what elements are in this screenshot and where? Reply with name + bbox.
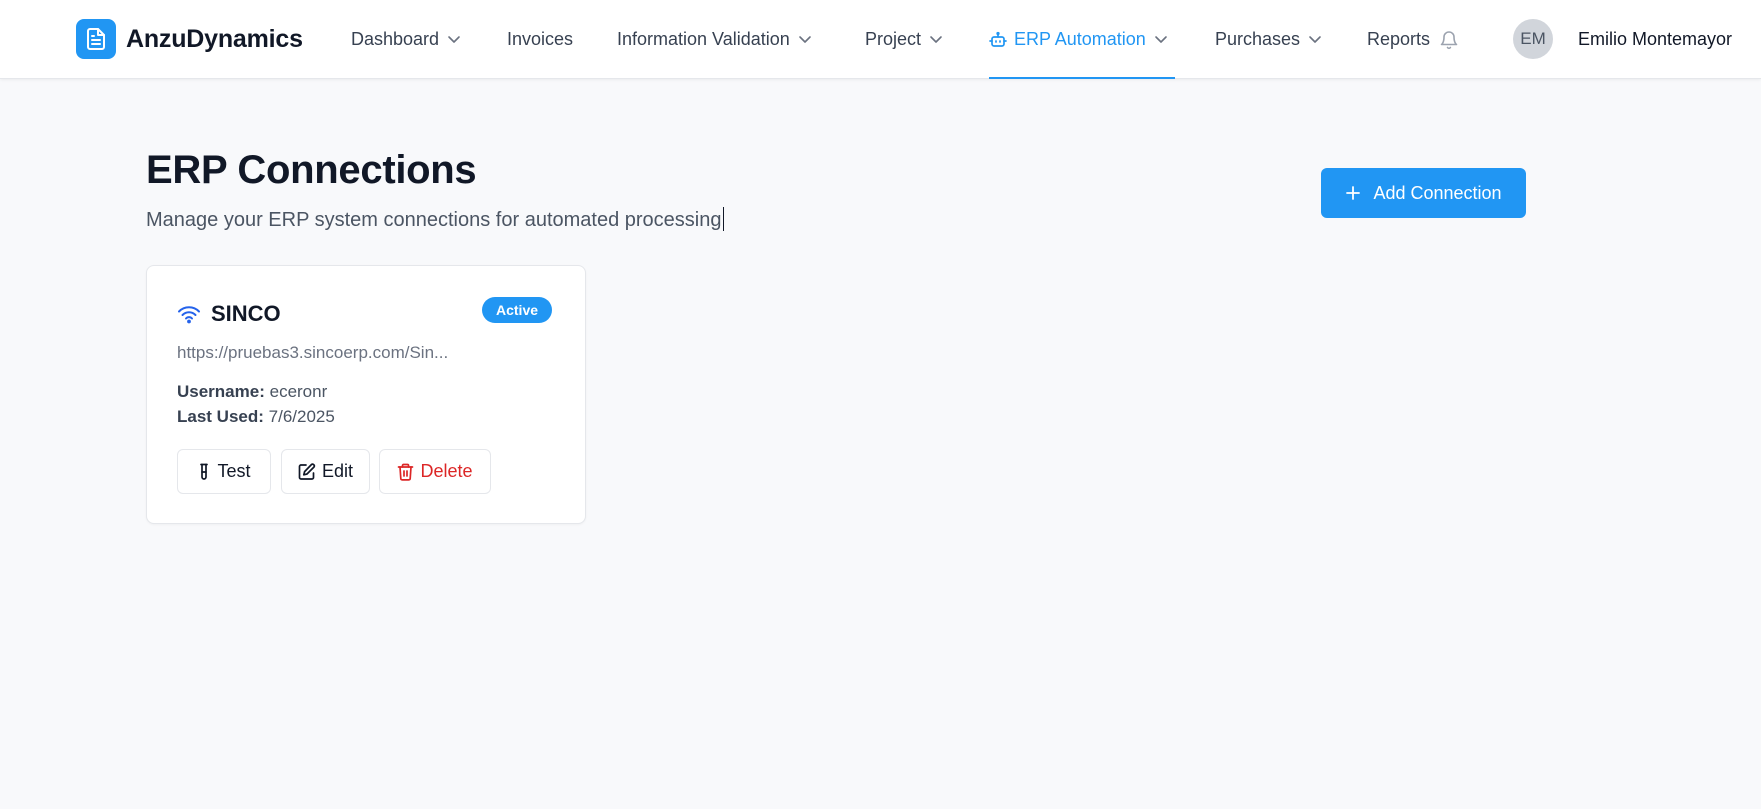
add-connection-button[interactable]: Add Connection <box>1321 168 1526 218</box>
chevron-down-icon <box>798 35 812 44</box>
last-used-value: 7/6/2025 <box>268 407 335 426</box>
avatar[interactable]: EM <box>1513 19 1553 59</box>
nav-item-label: Information Validation <box>617 29 790 49</box>
connection-name: SINCO <box>211 301 281 326</box>
robot-icon <box>989 31 1007 49</box>
nav-item-reports[interactable]: Reports <box>1367 0 1458 79</box>
chevron-down-icon <box>929 35 943 44</box>
wifi-icon <box>177 304 201 324</box>
trash-icon <box>397 463 414 481</box>
nav-item-project[interactable]: Project <box>865 0 943 79</box>
document-icon <box>76 19 116 59</box>
app-name: AnzuDynamics <box>126 24 303 53</box>
nav-item-label: Reports <box>1367 29 1431 49</box>
username-label: Username: <box>177 382 265 401</box>
nav-item-label: Project <box>865 29 922 49</box>
brand[interactable]: AnzuDynamics <box>76 19 303 59</box>
edit-button-label: Edit <box>321 461 354 481</box>
nav-item-label: ERP Automation <box>1014 29 1146 49</box>
status-badge: Active <box>482 297 553 323</box>
plus-icon <box>1345 185 1361 201</box>
nav-item-label: Invoices <box>507 29 574 49</box>
username-value: eceronr <box>269 382 328 401</box>
add-connection-label: Add Connection <box>1373 182 1502 203</box>
text-cursor <box>722 207 724 231</box>
test-button-label: Test <box>217 461 251 481</box>
top-navigation-bar: AnzuDynamics Dashboard Invoices Informat… <box>0 0 1761 79</box>
nav-item-label: Purchases <box>1215 29 1301 49</box>
bell-icon[interactable] <box>1440 30 1458 50</box>
nav-item-information-validation[interactable]: Information Validation <box>617 0 812 79</box>
chevron-down-icon <box>447 35 461 44</box>
connection-card: SINCO Active https://pruebas3.sincoerp.c… <box>146 265 586 524</box>
delete-button-label: Delete <box>420 461 473 481</box>
nav-item-purchases[interactable]: Purchases <box>1215 0 1322 79</box>
edit-icon <box>298 462 316 481</box>
chevron-down-icon <box>1154 35 1168 44</box>
page-title: ERP Connections <box>146 148 477 192</box>
username-field: Username: eceronr <box>177 382 327 402</box>
page-subtitle: Manage your ERP system connections for a… <box>146 207 724 232</box>
nav-item-erp-automation[interactable]: ERP Automation <box>989 0 1175 79</box>
connection-url: https://pruebas3.sincoerp.com/Sin... <box>177 343 449 362</box>
last-used-field: Last Used: 7/6/2025 <box>177 407 335 427</box>
last-used-label: Last Used: <box>177 407 264 426</box>
nav-item-dashboard[interactable]: Dashboard <box>351 0 461 79</box>
edit-button[interactable]: Edit <box>281 449 370 494</box>
page-subtitle-text: Manage your ERP system connections for a… <box>146 209 722 231</box>
nav-item-invoices[interactable]: Invoices <box>507 0 573 79</box>
user-name[interactable]: Emilio Montemayor <box>1578 0 1732 79</box>
delete-button[interactable]: Delete <box>379 449 491 494</box>
nav-item-label: Dashboard <box>351 29 440 49</box>
connection-card-header: SINCO <box>177 301 281 327</box>
chevron-down-icon <box>1308 35 1322 44</box>
test-button[interactable]: Test <box>177 449 271 494</box>
test-tube-icon <box>197 463 211 481</box>
